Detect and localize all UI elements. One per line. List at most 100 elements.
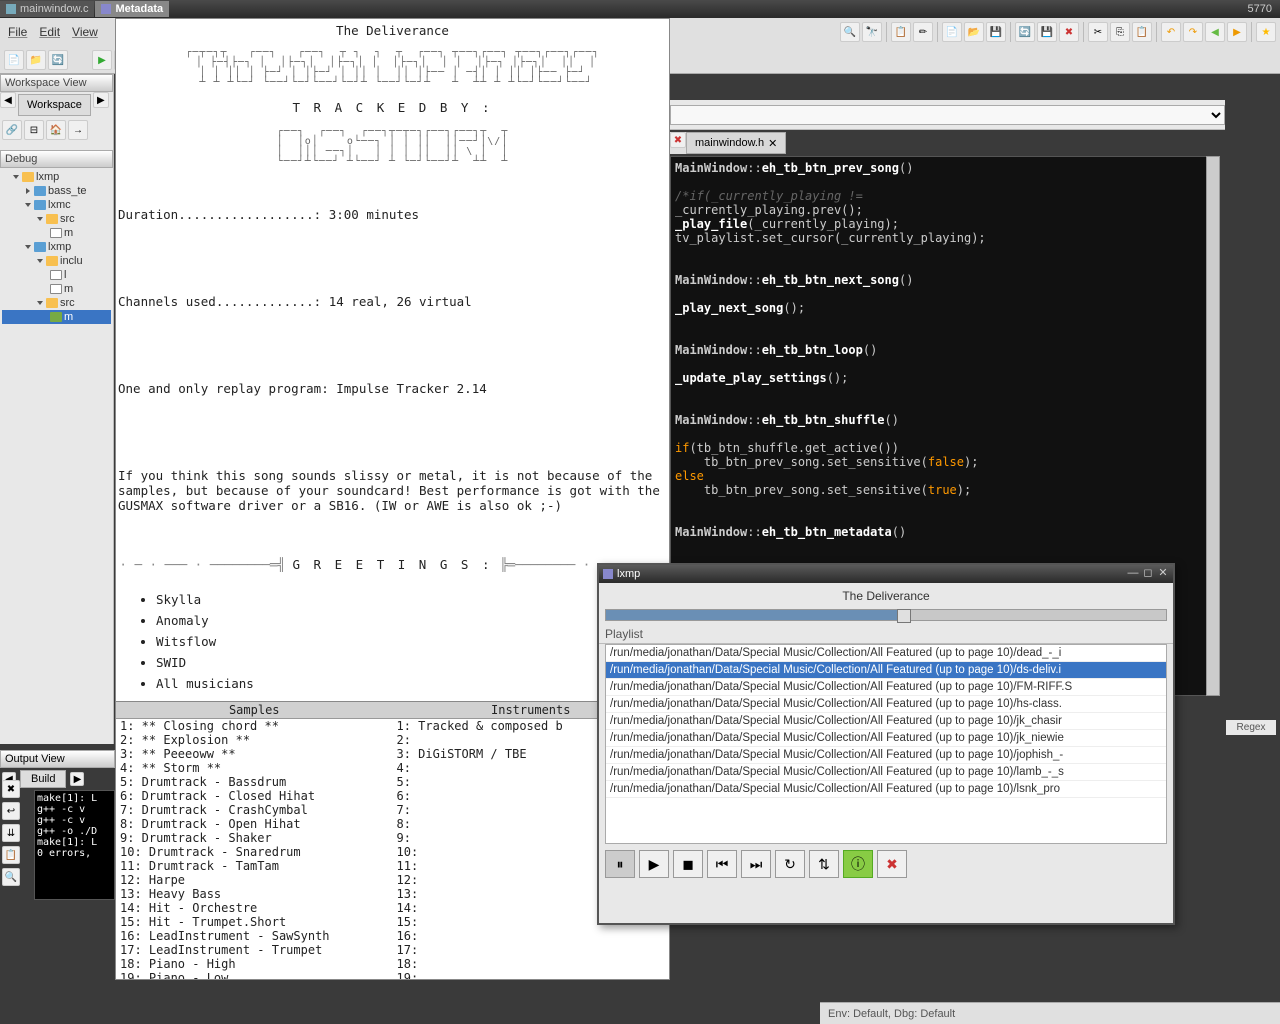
loop-button[interactable]: ↻: [775, 850, 805, 878]
samples-column: Samples 1: ** Closing chord ** 2: ** Exp…: [116, 702, 393, 980]
play-button[interactable]: ▶: [639, 850, 669, 878]
home-icon[interactable]: 🏠: [46, 120, 66, 140]
playlist-item[interactable]: /run/media/jonathan/Data/Special Music/C…: [606, 645, 1166, 662]
open-folder-icon[interactable]: 📂: [964, 22, 984, 42]
playlist-item[interactable]: /run/media/jonathan/Data/Special Music/C…: [606, 679, 1166, 696]
status-bar: Env: Default, Dbg: Default: [820, 1002, 1280, 1024]
metadata-window: The Deliverance ┌─┬─┐┬ ┌──┐ ┌──┐ ┬ ┐ ┐ ┬…: [115, 18, 670, 980]
menu-view[interactable]: View: [72, 25, 98, 39]
symbol-dropdown-row: [670, 100, 1225, 130]
search-icon[interactable]: 🔍: [2, 868, 20, 886]
playlist-item[interactable]: /run/media/jonathan/Data/Special Music/C…: [606, 764, 1166, 781]
highlight-icon[interactable]: ✏: [913, 22, 933, 42]
binoculars-icon[interactable]: 🔭: [862, 22, 882, 42]
pause-button[interactable]: ⏸: [605, 850, 635, 878]
ascii-art-title: ┌─┬─┐┬ ┌──┐ ┌──┐ ┬ ┐ ┐ ┬ ┌──┐ ┬──┐┌──┐ ┬…: [116, 42, 669, 94]
new-file-icon[interactable]: 📄: [942, 22, 962, 42]
progress-bar[interactable]: [605, 609, 1167, 621]
play-icon[interactable]: ▶: [92, 50, 112, 70]
project-tree[interactable]: lxmp bass_te lxmc src m lxmp inclu l m s…: [0, 168, 113, 326]
symbol-dropdown[interactable]: [670, 105, 1225, 125]
player-controls: ⏸ ▶ ◼ ⏮ ⏭ ↻ ⇅ ⓘ ✖: [599, 844, 1173, 884]
paste-icon[interactable]: 📋: [1132, 22, 1152, 42]
table-row: 9: Drumtrack - Shaker: [116, 831, 393, 845]
table-row: 12: Harpe: [116, 873, 393, 887]
metadata-button[interactable]: ⓘ: [843, 850, 873, 878]
song-title: The Deliverance: [116, 19, 669, 42]
window-tabs: mainwindow.c Metadata 5770: [0, 0, 1280, 18]
soundcard-note: If you think this song sounds slissy or …: [118, 468, 667, 513]
link-icon[interactable]: 🔗: [2, 120, 22, 140]
reload-icon[interactable]: 🔄: [1015, 22, 1035, 42]
goto-icon[interactable]: →: [68, 120, 88, 140]
lxmp-titlebar[interactable]: lxmp — ◻ ✕: [599, 565, 1173, 583]
collapse-icon[interactable]: ⊟: [24, 120, 44, 140]
playlist-item[interactable]: /run/media/jonathan/Data/Special Music/C…: [606, 730, 1166, 747]
scroll-icon[interactable]: ⇊: [2, 824, 20, 842]
playlist[interactable]: /run/media/jonathan/Data/Special Music/C…: [605, 644, 1167, 844]
window-tab-code[interactable]: mainwindow.c: [0, 1, 94, 17]
nav-back-icon[interactable]: ◀: [0, 92, 16, 108]
new-icon[interactable]: 📄: [4, 50, 24, 70]
word-wrap-icon[interactable]: ↩: [2, 802, 20, 820]
folder-icon[interactable]: 📁: [26, 50, 46, 70]
workspace-header: Workspace View: [0, 74, 113, 92]
minimize-icon[interactable]: —: [1127, 568, 1139, 580]
close-tab-icon[interactable]: ✖: [670, 132, 686, 148]
stop-button[interactable]: ◼: [673, 850, 703, 878]
prev-button[interactable]: ⏮: [707, 850, 737, 878]
bookmark-icon[interactable]: ★: [1256, 22, 1276, 42]
playlist-item[interactable]: /run/media/jonathan/Data/Special Music/C…: [606, 696, 1166, 713]
maximize-icon[interactable]: ◻: [1142, 568, 1154, 580]
table-row: 16:: [393, 929, 670, 943]
clock: 5770: [1248, 3, 1280, 15]
playlist-item[interactable]: /run/media/jonathan/Data/Special Music/C…: [606, 662, 1166, 679]
menu-file[interactable]: File: [8, 25, 27, 39]
greetings-list: SkyllaAnomalyWitsflowSWIDAll musicians: [116, 582, 669, 701]
table-row: 18: Piano - High: [116, 957, 393, 971]
playlist-item[interactable]: /run/media/jonathan/Data/Special Music/C…: [606, 713, 1166, 730]
redo-icon[interactable]: ↷: [1183, 22, 1203, 42]
lxmp-window: lxmp — ◻ ✕ The Deliverance Playlist /run…: [597, 563, 1175, 925]
table-row: 8: Drumtrack - Open Hihat: [116, 817, 393, 831]
back-icon[interactable]: ◀: [1205, 22, 1225, 42]
progress-handle[interactable]: [897, 609, 911, 623]
table-row: 1: ** Closing chord **: [116, 719, 393, 733]
paste-icon[interactable]: 📋: [2, 846, 20, 864]
table-row: 13: Heavy Bass: [116, 887, 393, 901]
window-tab-metadata[interactable]: Metadata: [95, 1, 169, 17]
playlist-item[interactable]: /run/media/jonathan/Data/Special Music/C…: [606, 781, 1166, 798]
table-row: 2: ** Explosion **: [116, 733, 393, 747]
paste-icon[interactable]: 📋: [891, 22, 911, 42]
cut-icon[interactable]: ✂: [1088, 22, 1108, 42]
program-line: One and only replay program: Impulse Tra…: [118, 381, 667, 396]
remove-button[interactable]: ✖: [877, 850, 907, 878]
close-icon[interactable]: ✕: [1157, 568, 1169, 580]
close-icon[interactable]: ✕: [768, 137, 777, 150]
scrollbar[interactable]: [1206, 156, 1220, 696]
playlist-item[interactable]: /run/media/jonathan/Data/Special Music/C…: [606, 747, 1166, 764]
clear-icon[interactable]: ✖: [2, 780, 20, 798]
copy-icon[interactable]: ⎘: [1110, 22, 1130, 42]
list-item: Skylla: [156, 592, 629, 607]
forward-icon[interactable]: ▶: [1227, 22, 1247, 42]
table-row: 10: Drumtrack - Snaredrum: [116, 845, 393, 859]
list-item: Witsflow: [156, 634, 629, 649]
sidebar: Workspace View ◀ Workspace ▶ 🔗 ⊟ 🏠 → Deb…: [0, 74, 114, 744]
app-icon: [6, 4, 16, 14]
reload-icon[interactable]: 🔄: [48, 50, 68, 70]
table-row: 3: ** Peeeoww **: [116, 747, 393, 761]
next-button[interactable]: ⏭: [741, 850, 771, 878]
nav-fwd-icon[interactable]: ▶: [70, 772, 84, 786]
shuffle-button[interactable]: ⇅: [809, 850, 839, 878]
workspace-tab[interactable]: Workspace: [18, 94, 91, 116]
menu-edit[interactable]: Edit: [39, 25, 60, 39]
close-icon[interactable]: ✖: [1059, 22, 1079, 42]
nav-fwd-icon[interactable]: ▶: [93, 92, 109, 108]
duration-line: Duration..................: 3:00 minutes: [118, 207, 667, 222]
search-icon[interactable]: 🔍: [840, 22, 860, 42]
save-icon[interactable]: 💾: [986, 22, 1006, 42]
save-all-icon[interactable]: 💾: [1037, 22, 1057, 42]
undo-icon[interactable]: ↶: [1161, 22, 1181, 42]
editor-tab[interactable]: mainwindow.h✕: [686, 132, 786, 154]
